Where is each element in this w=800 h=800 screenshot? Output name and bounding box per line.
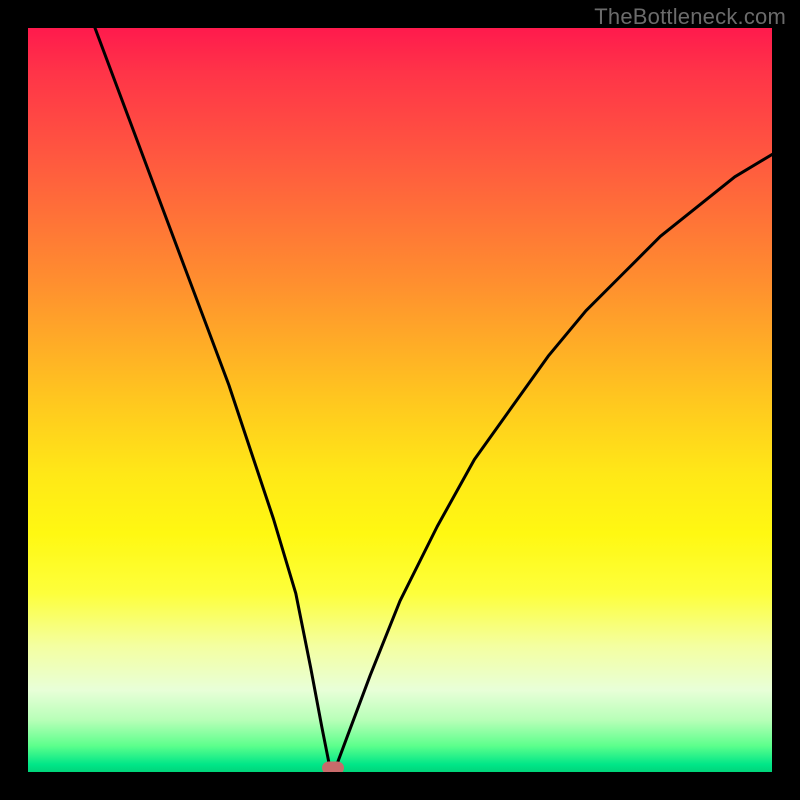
- plot-area: [28, 28, 772, 772]
- bottleneck-curve: [28, 28, 772, 772]
- optimal-marker: [322, 762, 344, 772]
- watermark-text: TheBottleneck.com: [594, 4, 786, 30]
- chart-frame: TheBottleneck.com: [0, 0, 800, 800]
